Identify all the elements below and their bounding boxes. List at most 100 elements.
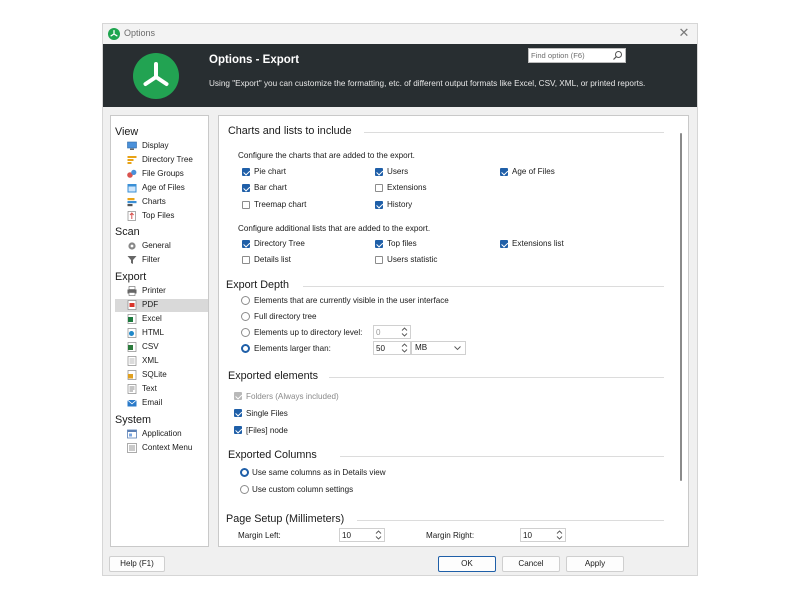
directory-tree-label: Directory Tree — [254, 239, 305, 248]
treemap-chart-label: Treemap chart — [254, 200, 307, 209]
directory-level-label: Elements up to directory level: — [254, 328, 363, 337]
nav-item-xml[interactable]: XML — [115, 355, 208, 368]
nav-item-label: Filter — [142, 255, 160, 264]
ok-button[interactable]: OK — [438, 556, 496, 572]
cancel-button[interactable]: Cancel — [502, 556, 560, 572]
pdf-icon — [127, 300, 137, 310]
nav-item-email[interactable]: Email — [115, 397, 208, 410]
scrollbar-thumb[interactable] — [680, 133, 682, 481]
nav-item-excel[interactable]: Excel — [115, 313, 208, 326]
margin-right-input[interactable] — [523, 530, 551, 541]
export-settings-panel: Charts and lists to include Configure th… — [218, 115, 689, 547]
exported-elements-heading: Exported elements — [228, 370, 319, 382]
page-title: Options - Export — [209, 54, 300, 66]
charts-caption: Configure the charts that are added to t… — [238, 151, 415, 160]
treemap-chart-checkbox[interactable] — [242, 201, 250, 209]
context-menu-icon — [127, 443, 137, 453]
history-label: History — [387, 200, 413, 209]
single-files-label: Single Files — [246, 409, 288, 418]
window-title: Options — [124, 28, 156, 38]
nav-item-pdf[interactable]: PDF — [115, 299, 208, 312]
nav-item-age-of-files[interactable]: Age of Files — [115, 182, 208, 195]
nav-item-csv[interactable]: CSV — [115, 341, 208, 354]
nav-item-file-groups[interactable]: File Groups — [115, 168, 208, 181]
bar-chart-checkbox[interactable] — [242, 184, 250, 192]
nav-item-label: CSV — [142, 342, 159, 351]
margin-right-stepper — [520, 528, 566, 542]
folders-label: Folders (Always included) — [246, 392, 339, 401]
visible-elements-radio[interactable] — [241, 296, 250, 305]
nav-item-printer[interactable]: Printer — [115, 285, 208, 298]
users-checkbox[interactable] — [375, 168, 383, 176]
larger-than-radio[interactable] — [241, 344, 250, 353]
directory-level-input[interactable] — [376, 327, 398, 338]
pie-chart-label: Pie chart — [254, 167, 286, 176]
sqlite-icon — [127, 370, 137, 380]
full-tree-radio[interactable] — [241, 312, 250, 321]
users-statistic-checkbox[interactable] — [375, 256, 383, 264]
folders-checkbox[interactable] — [234, 392, 242, 400]
group-divider — [340, 456, 664, 457]
extensions-checkbox[interactable] — [375, 184, 383, 192]
nav-item-label: Directory Tree — [142, 155, 193, 164]
text-icon — [127, 384, 137, 394]
stepper-arrows-icon[interactable] — [400, 326, 409, 338]
bar-chart-label: Bar chart — [254, 183, 287, 192]
top-files-checkbox[interactable] — [375, 240, 383, 248]
header-banner: Options - Export Using "Export" you can … — [103, 44, 697, 107]
nav-item-directory-tree[interactable]: Directory Tree — [115, 154, 208, 167]
treesize-logo-icon — [133, 53, 179, 99]
nav-section-scan: Scan — [115, 226, 140, 238]
nav-item-label: Application — [142, 429, 182, 438]
find-option-input[interactable] — [531, 50, 611, 61]
nav-item-top-files[interactable]: Top Files — [115, 210, 208, 223]
find-option-box — [528, 48, 626, 63]
size-unit-value: MB — [415, 343, 428, 352]
same-columns-radio[interactable] — [240, 468, 249, 477]
stepper-arrows-icon[interactable] — [400, 342, 409, 354]
nav-item-sqlite[interactable]: SQLite — [115, 369, 208, 382]
size-value-input[interactable] — [376, 343, 398, 354]
nav-item-application[interactable]: Application — [115, 428, 208, 441]
single-files-checkbox[interactable] — [234, 409, 242, 417]
stepper-arrows-icon[interactable] — [374, 529, 383, 541]
xml-icon — [127, 356, 137, 366]
help-button[interactable]: Help (F1) — [109, 556, 165, 572]
filter-icon — [127, 256, 137, 264]
nav-item-display[interactable]: Display — [115, 140, 208, 153]
margin-left-input[interactable] — [342, 530, 370, 541]
nav-item-label: General — [142, 241, 171, 250]
stepper-arrows-icon[interactable] — [555, 529, 564, 541]
nav-item-label: SQLite — [142, 370, 167, 379]
history-checkbox[interactable] — [375, 201, 383, 209]
nav-item-text[interactable]: Text — [115, 383, 208, 396]
size-unit-dropdown[interactable]: MB — [411, 341, 466, 355]
nav-item-html[interactable]: HTML — [115, 327, 208, 340]
nav-item-general[interactable]: General — [115, 240, 208, 253]
extensions-list-checkbox[interactable] — [500, 240, 508, 248]
details-list-checkbox[interactable] — [242, 256, 250, 264]
charts-lists-heading: Charts and lists to include — [228, 125, 352, 137]
larger-than-label: Elements larger than: — [254, 344, 331, 353]
vertical-scrollbar[interactable] — [677, 116, 686, 546]
nav-item-label: XML — [142, 356, 159, 365]
extensions-list-label: Extensions list — [512, 239, 564, 248]
apply-button[interactable]: Apply — [566, 556, 624, 572]
visible-elements-label: Elements that are currently visible in t… — [254, 296, 449, 305]
email-icon — [127, 399, 137, 407]
files-node-checkbox[interactable] — [234, 426, 242, 434]
chevron-down-icon — [454, 346, 461, 351]
nav-item-charts[interactable]: Charts — [115, 196, 208, 209]
close-icon[interactable]: ✕ — [677, 25, 691, 41]
details-list-label: Details list — [254, 255, 291, 264]
custom-columns-radio[interactable] — [240, 485, 249, 494]
nav-item-filter[interactable]: Filter — [115, 254, 208, 267]
csv-icon — [127, 342, 137, 352]
directory-level-radio[interactable] — [241, 328, 250, 337]
age-of-files-checkbox[interactable] — [500, 168, 508, 176]
directory-tree-checkbox[interactable] — [242, 240, 250, 248]
nav-item-context-menu[interactable]: Context Menu — [115, 442, 208, 455]
top-files-label: Top files — [387, 239, 417, 248]
pie-chart-checkbox[interactable] — [242, 168, 250, 176]
search-icon[interactable] — [612, 50, 623, 61]
